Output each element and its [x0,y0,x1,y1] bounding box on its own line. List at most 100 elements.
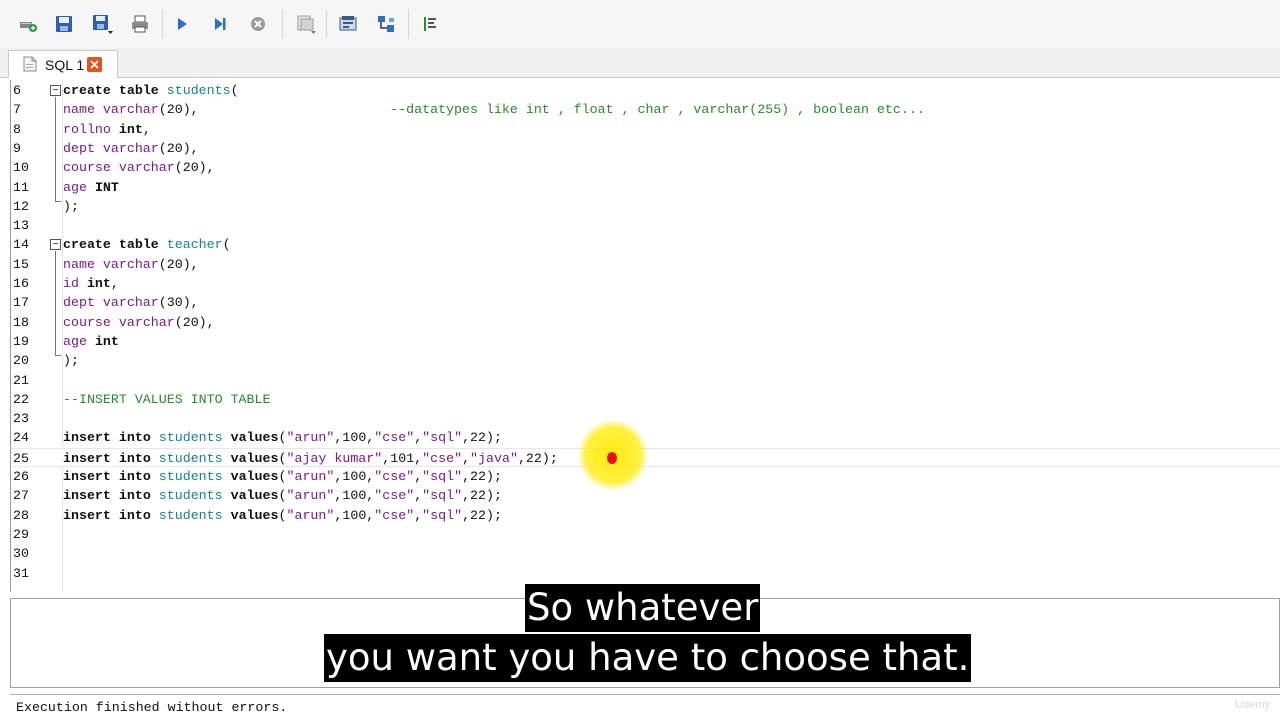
code-line[interactable]: 22 --INSERT VALUES INTO TABLE [11,390,1280,409]
line-number: 23 [13,411,29,427]
code-token: varchar [118,314,175,330]
sql-editor[interactable]: 6 create table students(7 name varchar(20)… [10,80,1280,592]
line-number: 8 [13,121,21,137]
code-token: , [110,276,119,291]
code-line[interactable]: 10 course varchar(20), [11,158,1280,177]
explain-icon[interactable] [336,12,360,36]
code-line[interactable]: 20); [11,351,1280,370]
line-number: 19 [13,333,29,349]
code-line[interactable]: 14 create table teacher( [11,235,1280,254]
code-text: age int [63,332,119,351]
query-builder-icon[interactable] [374,12,398,36]
code-token: (20), [174,160,215,176]
code-text: ); [63,197,79,216]
code-token: varchar [102,295,159,311]
code-line[interactable]: 6 create table students( [11,81,1280,100]
code-token: --INSERT VALUES INTO TABLE [63,391,271,407]
code-text: insert into students values("arun",100,"… [63,467,502,486]
code-token: ,22); [462,469,502,484]
code-token: (30), [158,295,199,311]
toolbar-separator [408,10,409,38]
code-line[interactable]: 16 id int, [11,274,1280,293]
save-icon[interactable] [52,12,76,36]
line-number: 9 [13,140,21,156]
code-line[interactable]: 13 [11,216,1280,235]
watermark-logo: Udemy [1235,699,1270,711]
fold-marker-icon[interactable]: − [50,85,61,96]
tab-sql-1[interactable]: SQL 1 [8,50,118,78]
run-selected-icon[interactable] [208,12,232,36]
code-token: ( [222,237,231,253]
code-token: students [158,450,223,466]
code-text: insert into students values("arun",100,"… [63,486,502,505]
code-token: int [86,276,111,291]
code-line[interactable]: 27 insert into students values("arun",100… [11,486,1280,505]
code-token: "cse" [374,488,415,504]
code-line[interactable]: 17 dept varchar(30), [11,293,1280,312]
line-number: 27 [13,488,29,504]
code-line[interactable]: 12); [11,197,1280,216]
code-text: insert into students values("arun",100,"… [63,506,502,525]
line-number: 20 [13,353,29,369]
code-token: insert [63,469,111,484]
code-token: age [63,179,87,195]
code-token: "arun" [286,430,335,446]
code-line[interactable]: 18 course varchar(20), [11,313,1280,332]
line-number: 31 [13,565,29,581]
code-line[interactable]: 29 [11,525,1280,544]
code-token: rollno [63,121,111,137]
code-token: ); [63,353,79,369]
export-icon[interactable] [294,12,318,36]
editor-tabstrip: SQL 1 [0,48,1280,78]
line-number: 21 [13,372,29,388]
code-token: "java" [470,450,518,466]
code-token: ,100, [334,507,375,523]
code-token: values [230,488,279,504]
fold-guide-end [55,355,61,356]
code-token: ,100, [334,488,375,504]
format-icon[interactable] [418,12,442,36]
line-number: 25 [13,450,29,466]
code-token: varchar [118,160,175,176]
print-icon[interactable] [128,12,152,36]
code-line[interactable]: 11 age INT [11,178,1280,197]
code-token: ,22); [517,450,558,466]
code-token: into [118,469,151,484]
code-token: , [414,430,423,446]
code-token: ); [63,198,79,214]
code-token: into [118,507,151,523]
save-as-icon[interactable] [90,12,114,36]
line-number: 16 [13,276,29,291]
run-icon[interactable] [170,12,194,36]
code-token: "cse" [374,507,415,523]
code-token: (20), [174,314,215,330]
code-line[interactable]: 19 age int [11,332,1280,351]
code-line[interactable]: 7 name varchar(20), --datatypes like int … [11,100,1280,119]
code-text: dept varchar(30), [63,293,199,312]
line-number: 10 [13,160,29,176]
code-line[interactable]: 23 [11,409,1280,428]
code-line[interactable]: 8 rollno int, [11,120,1280,139]
fold-marker-icon[interactable]: − [50,239,61,250]
code-line[interactable]: 30 [11,544,1280,563]
code-line[interactable]: 15 name varchar(20), [11,255,1280,274]
stop-icon[interactable] [246,12,270,36]
subtitle-line-2: you want you have to choose that. [324,634,972,682]
code-token: , [462,450,471,466]
code-token: "sql" [422,430,463,446]
close-tab-icon[interactable] [87,57,102,72]
code-line[interactable]: 31 [11,564,1280,583]
code-token: ,22); [462,430,502,446]
new-connection-icon[interactable] [16,12,40,36]
subtitle-line-1: So whatever [525,584,761,632]
code-text: --INSERT VALUES INTO TABLE [63,390,270,409]
code-token: insert [63,488,111,504]
code-token: into [118,488,151,504]
code-line[interactable]: 9 dept varchar(20), [11,139,1280,158]
code-token: , [414,507,423,523]
code-token: , [414,469,423,484]
code-line[interactable]: 28 insert into students values("arun",100… [11,506,1280,525]
code-token: ,101, [382,450,423,466]
code-line[interactable]: 21 [11,371,1280,390]
code-line[interactable]: 26 insert into students values("arun",100… [11,467,1280,486]
